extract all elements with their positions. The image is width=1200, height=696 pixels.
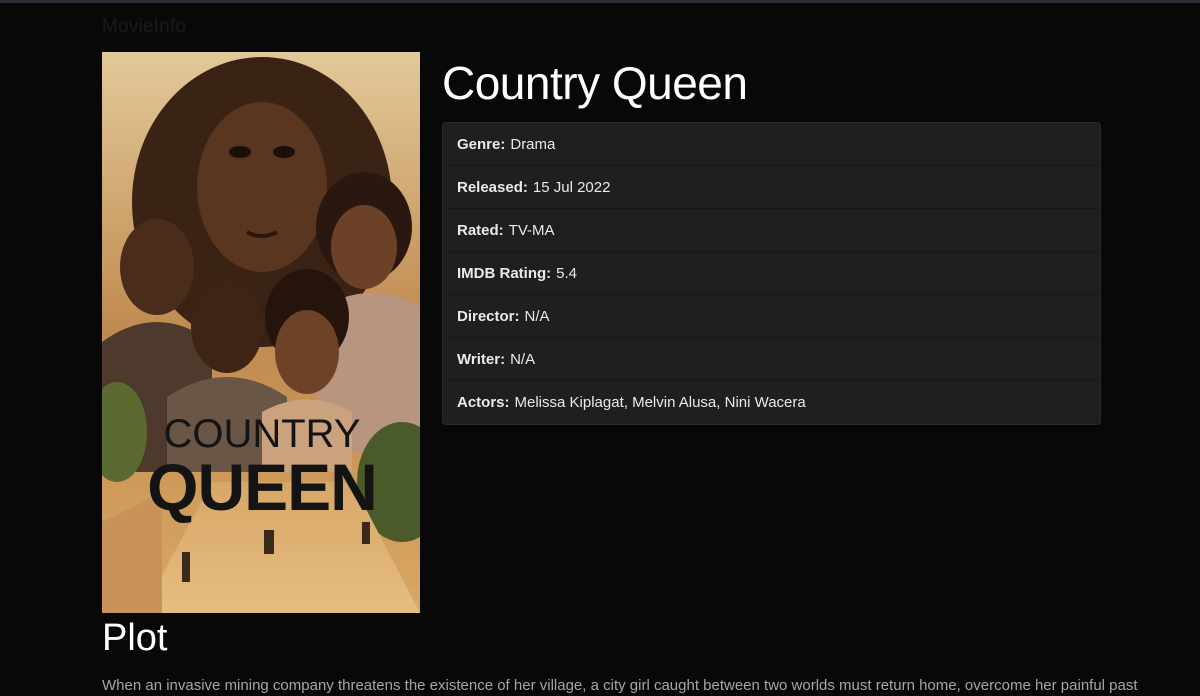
detail-label: Writer: (457, 350, 506, 368)
detail-value: Drama (510, 135, 556, 153)
detail-rated: Rated: TV-MA (443, 209, 1100, 252)
detail-value: 15 Jul 2022 (532, 178, 611, 196)
detail-director: Director: N/A (443, 295, 1100, 338)
plot-text: When an invasive mining company threaten… (102, 677, 1138, 694)
detail-value: TV-MA (508, 221, 555, 239)
detail-label: Genre: (457, 135, 506, 153)
detail-actors: Actors: Melissa Kiplagat, Melvin Alusa, … (443, 381, 1100, 424)
detail-label: IMDB Rating: (457, 264, 552, 282)
window-top-strip (0, 0, 1200, 3)
detail-value: 5.4 (556, 264, 578, 282)
movie-title: Country Queen (442, 57, 748, 109)
movie-details-list: Genre: Drama Released: 15 Jul 2022 Rated… (442, 122, 1101, 425)
detail-released: Released: 15 Jul 2022 (443, 166, 1100, 209)
plot-heading: Plot (102, 617, 168, 659)
detail-value: N/A (524, 307, 550, 325)
detail-genre: Genre: Drama (443, 123, 1100, 166)
detail-label: Director: (457, 307, 520, 325)
detail-imdb-rating: IMDB Rating: 5.4 (443, 252, 1100, 295)
detail-label: Actors: (457, 394, 510, 411)
detail-label: Released: (457, 178, 528, 196)
detail-value: N/A (510, 350, 536, 368)
site-brand[interactable]: MovieInfo (102, 16, 186, 38)
detail-writer: Writer: N/A (443, 338, 1100, 381)
detail-label: Rated: (457, 221, 504, 239)
poster-title-line2: QUEEN (147, 450, 377, 524)
detail-value: Melissa Kiplagat, Melvin Alusa, Nini Wac… (514, 394, 806, 411)
movie-poster: COUNTRY QUEEN (102, 52, 420, 613)
